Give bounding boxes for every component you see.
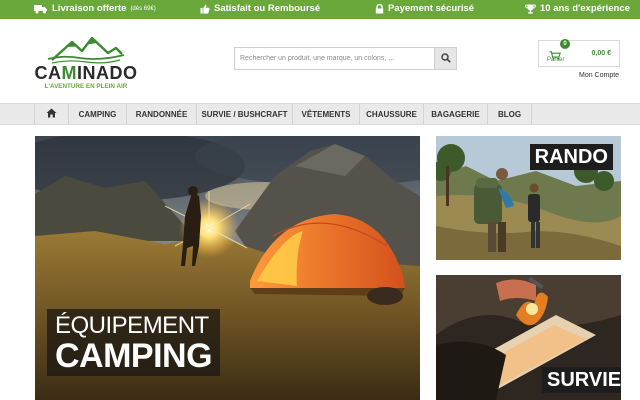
search-input[interactable] (235, 48, 435, 69)
hero-banner-camping[interactable]: ÉQUIPEMENT CAMPING (35, 136, 420, 400)
tile-survie-label: SURVIE (542, 367, 621, 393)
nav-survie-bushcraft[interactable]: SURVIE / BUSHCRAFT (197, 104, 293, 124)
mountain-logo-icon (47, 36, 125, 64)
cart-label: Panier (547, 57, 565, 63)
cart-button[interactable]: 0 Panier 0,00 € (538, 39, 620, 67)
promo-free-delivery-text: Livraison offerte (52, 3, 127, 14)
promo-satisfaction-text: Satisfait ou Remboursé (214, 3, 321, 14)
tile-rando-label: RANDO (529, 144, 613, 170)
nav-camping[interactable]: CAMPING (69, 104, 127, 124)
site-logo[interactable]: CAMINADO L'AVENTURE EN PLEIN AIR (30, 34, 142, 94)
thumbs-up-icon (200, 4, 210, 14)
nav-vetements[interactable]: VÊTEMENTS (293, 104, 360, 124)
promo-secure-payment: Payement sécurisé (375, 3, 474, 14)
home-icon (46, 108, 57, 120)
promo-bar: Livraison offerte (dès 69€) Satisfait ou… (0, 0, 640, 19)
search-button[interactable] (434, 48, 456, 69)
search-bar (234, 47, 457, 70)
nav-bagagerie[interactable]: BAGAGERIE (424, 104, 488, 124)
main-nav: CAMPING RANDONNÉE SURVIE / BUSHCRAFT VÊT… (0, 103, 640, 125)
tile-survie[interactable]: SURVIE (436, 275, 621, 400)
promo-experience: 10 ans d'expérience (525, 3, 630, 14)
tile-rando[interactable]: RANDO (436, 136, 621, 260)
nav-home[interactable] (34, 104, 69, 124)
promo-free-delivery-note: (dès 69€) (130, 5, 156, 12)
promo-free-delivery: Livraison offerte (dès 69€) (34, 3, 156, 14)
promo-satisfaction: Satisfait ou Remboursé (200, 3, 320, 14)
cart-total: 0,00 € (591, 50, 611, 57)
search-icon (440, 50, 451, 68)
logo-wordmark: CAMINADO (34, 63, 138, 83)
nav-chaussure[interactable]: CHAUSSURE (360, 104, 424, 124)
promo-experience-text: 10 ans d'expérience (540, 3, 630, 14)
trophy-icon (525, 4, 536, 14)
my-account-link[interactable]: Mon Compte (579, 72, 619, 79)
hero-caption-line1: ÉQUIPEMENT (55, 312, 209, 339)
logo-tagline: L'AVENTURE EN PLEIN AIR (44, 83, 128, 90)
truck-icon (34, 4, 48, 14)
nav-randonnee[interactable]: RANDONNÉE (127, 104, 197, 124)
lock-icon (375, 3, 384, 14)
hero-caption-line2: CAMPING (55, 337, 213, 375)
promo-secure-payment-text: Payement sécurisé (388, 3, 475, 14)
nav-blog[interactable]: BLOG (488, 104, 532, 124)
hero-caption: ÉQUIPEMENT CAMPING (47, 309, 221, 376)
cart-count-badge: 0 (560, 39, 570, 49)
